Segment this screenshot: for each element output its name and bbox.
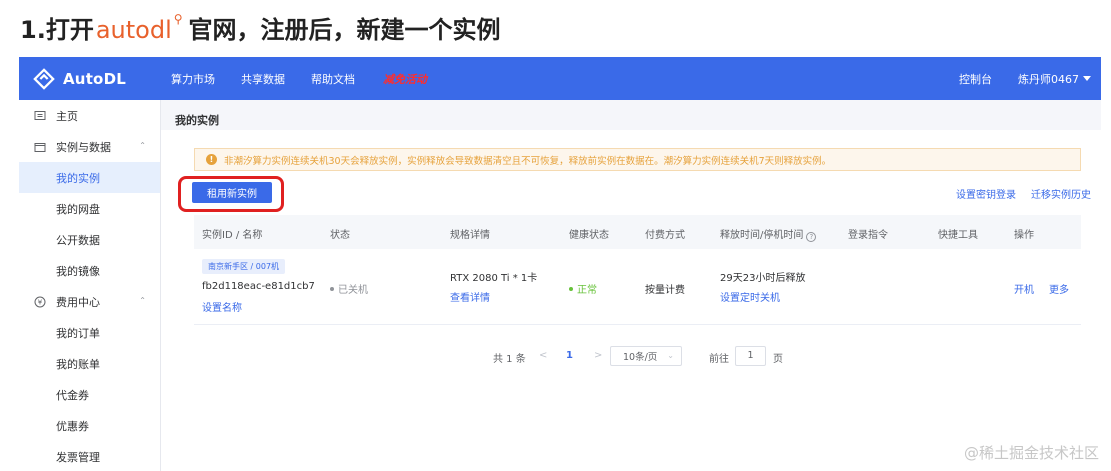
col-header-billing: 付费方式 [645,230,685,241]
autodl-logo[interactable]: AutoDL [33,67,171,90]
col-header-login-cmd: 登录指令 [848,230,888,241]
sidebar-item-coupons[interactable]: 优惠券 [19,410,160,441]
watermark: @稀土掘金技术社区 [963,444,1099,462]
col-header-spec: 规格详情 [450,230,490,241]
alert-text: 非潮汐算力实例连续关机30天会释放实例，实例释放会导致数据清空且不可恢复，释放前… [224,155,832,167]
set-key-login-link[interactable]: 设置密钥登录 [956,186,1016,201]
next-page-button[interactable]: > [594,350,602,361]
goto-label: 前往 [709,354,729,365]
pagination: 共 1 条 < 1 > 10条/页 ⌄ 前往 1 页 [161,346,1101,366]
nav-help-docs[interactable]: 帮助文档 [311,71,355,87]
col-header-quick-tools: 快捷工具 [938,230,978,241]
autodl-logo-icon [33,67,55,90]
sidebar-item-label: 公开数据 [56,233,100,247]
col-header-health: 健康状态 [569,230,609,241]
sidebar-item-label: 我的实例 [56,171,100,185]
table-row: 南京新手区 / 007机 fb2d118eac-e81d1cb7 设置名称 已关… [194,249,1081,325]
page-size-select[interactable]: 10条/页 ⌄ [610,346,682,366]
autodl-link[interactable]: autodl [96,10,172,50]
total-count: 共 1 条 [493,354,526,365]
col-header-release-time: 释放时间/停机时间? [720,226,817,242]
migrate-history-link[interactable]: 迁移实例历史 [1031,186,1091,201]
sidebar-item-label: 我的网盘 [56,202,100,216]
highlight-annotation [178,176,284,212]
nav-promo-badge[interactable]: 减免活动 [383,71,427,87]
warning-alert: ! 非潮汐算力实例连续关机30天会释放实例，实例释放会导致数据清空且不可恢复，释… [194,148,1081,171]
chevron-up-icon: ⌃ [139,296,146,305]
release-time: 29天23小时后释放 [720,273,806,284]
start-button[interactable]: 开机 [1014,281,1034,296]
sidebar-item-instances-data[interactable]: 实例与数据 ⌃ [19,131,160,162]
heading-prefix: 1.打开 [20,16,94,44]
col-header-id: 实例ID / 名称 [202,230,263,241]
article-heading: 1.打开 autodl ⚲ 官网，注册后，新建一个实例 [20,10,501,50]
nav-console[interactable]: 控制台 [959,71,992,87]
sidebar-item-my-netdisk[interactable]: 我的网盘 [19,193,160,224]
search-icon[interactable]: ⚲ [174,12,183,26]
schedule-shutdown-link[interactable]: 设置定时关机 [720,289,780,304]
sidebar-item-label: 代金券 [56,388,89,402]
page-unit-label: 页 [773,354,783,365]
nav-compute-market[interactable]: 算力市场 [171,71,215,87]
sidebar-item-label: 我的订单 [56,326,100,340]
sidebar-item-my-orders[interactable]: 我的订单 [19,317,160,348]
sidebar-item-vouchers[interactable]: 代金券 [19,379,160,410]
heading-suffix: 官网，注册后，新建一个实例 [188,16,501,44]
col-header-release-time-label: 释放时间/停机时间 [720,230,804,241]
status-cell: 已关机 [330,281,368,296]
more-button[interactable]: 更多 [1049,281,1069,296]
sidebar-item-billing-center[interactable]: ¥ 费用中心 ⌃ [19,286,160,317]
top-navbar: AutoDL 算力市场 共享数据 帮助文档 减免活动 控制台 炼丹师0467 [19,57,1101,100]
help-icon[interactable]: ? [806,232,817,242]
page-size-value: 10条/页 [623,352,658,363]
sidebar-item-label: 我的账单 [56,357,100,371]
sidebar-item-label: 发票管理 [56,450,100,464]
chevron-up-icon: ⌃ [139,141,146,150]
sidebar-item-my-instances[interactable]: 我的实例 [19,162,160,193]
sidebar-item-label: 主页 [56,109,78,123]
top-links: 设置密钥登录 迁移实例历史 [941,186,1091,201]
billing-cell: 按量计费 [645,285,685,296]
sidebar-item-label: 费用中心 [56,295,100,309]
sidebar-item-home[interactable]: 主页 [19,100,160,131]
health-cell: 正常 [569,281,597,296]
col-header-actions: 操作 [1014,230,1034,241]
sidebar-item-label: 优惠券 [56,419,89,433]
caret-down-icon [1083,76,1091,81]
status-dot [330,287,334,291]
gpu-spec: RTX 2080 Ti * 1卡 [450,273,538,284]
prev-page-button[interactable]: < [539,350,547,361]
sidebar-item-my-images[interactable]: 我的镜像 [19,255,160,286]
nav-shared-data[interactable]: 共享数据 [241,71,285,87]
warning-icon: ! [206,154,217,165]
view-details-link[interactable]: 查看详情 [450,289,490,304]
brand-name: AutoDL [63,69,126,88]
sidebar-item-public-data[interactable]: 公开数据 [19,224,160,255]
health-dot [569,287,573,291]
region-badge: 南京新手区 / 007机 [202,259,286,274]
table-header: 实例ID / 名称 状态 规格详情 健康状态 付费方式 释放时间/停机时间? 登… [194,215,1081,249]
sidebar-item-label: 我的镜像 [56,264,100,278]
status-text: 已关机 [338,285,368,296]
page-number-current[interactable]: 1 [566,350,573,361]
home-icon [33,109,47,123]
user-name: 炼丹师0467 [1018,72,1079,86]
folder-icon [33,140,47,154]
chevron-down-icon: ⌄ [667,351,674,360]
sidebar: 主页 实例与数据 ⌃ 我的实例 我的网盘 公开数据 我的镜像 ¥ 费用中心 ⌃ [19,100,161,471]
goto-page-input[interactable]: 1 [735,346,766,366]
page-title: 我的实例 [175,114,219,127]
health-text: 正常 [577,285,597,296]
user-menu[interactable]: 炼丹师0467 [1018,71,1091,87]
svg-text:¥: ¥ [38,298,43,306]
set-name-link[interactable]: 设置名称 [202,299,242,314]
instance-id: fb2d118eac-e81d1cb7 [202,281,315,292]
sidebar-item-my-bills[interactable]: 我的账单 [19,348,160,379]
col-header-status: 状态 [330,230,350,241]
sidebar-item-invoices[interactable]: 发票管理 [19,441,160,471]
sidebar-item-label: 实例与数据 [56,140,111,154]
yen-icon: ¥ [33,295,47,309]
